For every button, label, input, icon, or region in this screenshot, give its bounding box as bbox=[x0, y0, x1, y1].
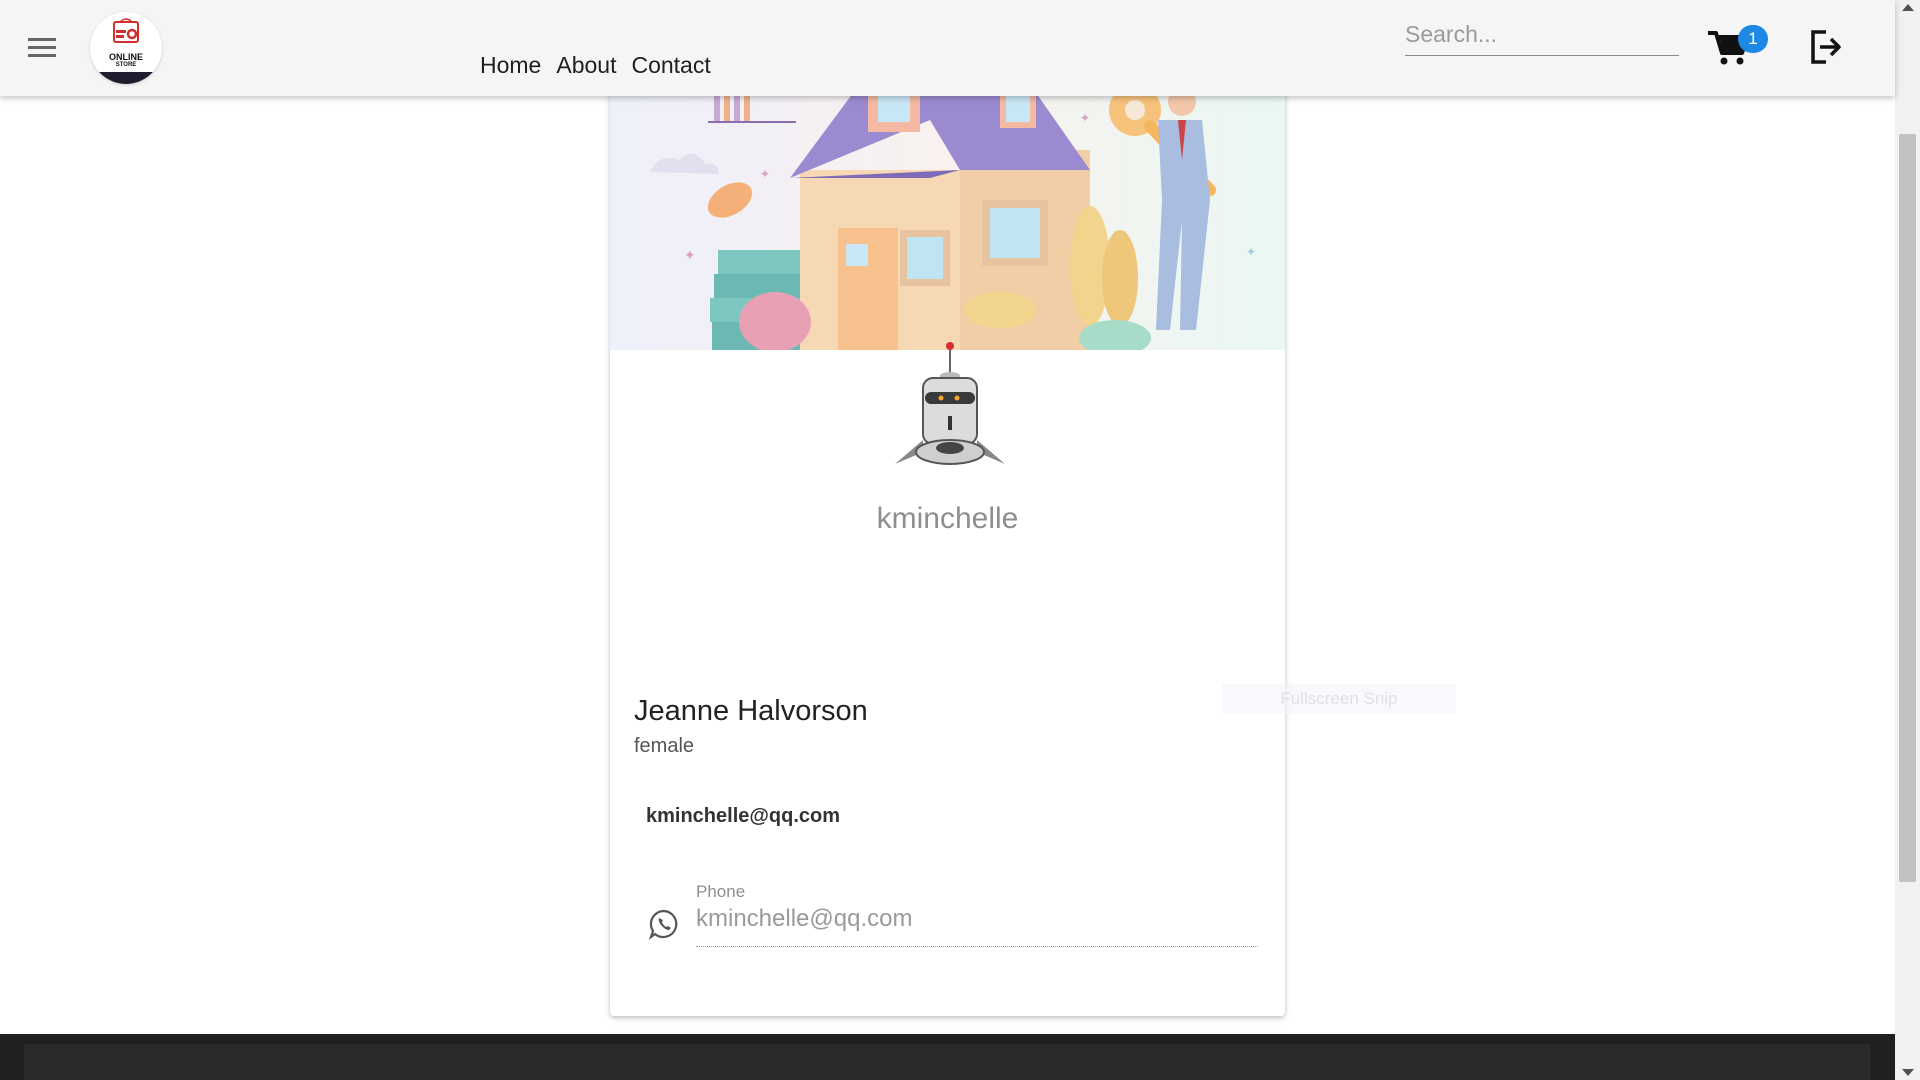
phone-field[interactable]: kminchelle@qq.com bbox=[696, 905, 1258, 947]
scroll-thumb[interactable] bbox=[1899, 134, 1916, 882]
profile-gender: female bbox=[634, 735, 695, 757]
logo-base bbox=[90, 72, 162, 84]
nav-contact[interactable]: Contact bbox=[631, 52, 710, 79]
whatsapp-icon bbox=[648, 908, 680, 940]
logout-icon[interactable] bbox=[1808, 28, 1844, 66]
page-footer bbox=[0, 1034, 1895, 1080]
svg-text:✦: ✦ bbox=[760, 167, 770, 181]
svg-text:✦: ✦ bbox=[1080, 111, 1090, 125]
scroll-up-arrow-icon[interactable] bbox=[1902, 4, 1914, 11]
main-nav: Home About Contact bbox=[480, 52, 711, 79]
nav-about[interactable]: About bbox=[556, 52, 616, 79]
store-logo[interactable]: ONLINE STORE bbox=[90, 12, 162, 84]
svg-text:✦: ✦ bbox=[1246, 245, 1256, 259]
snip-overlay: Fullscreen Snip bbox=[1222, 684, 1456, 714]
phone-field-label: Phone bbox=[696, 882, 746, 901]
house-banner-image: ✦ ✦ ✦ ✦ bbox=[610, 60, 1285, 356]
search-input[interactable] bbox=[1405, 14, 1679, 56]
profile-card: ✦ ✦ ✦ ✦ kminchelle Jeanne Halvorson fema… bbox=[610, 60, 1285, 1016]
logo-line2: STORE bbox=[115, 62, 137, 68]
hamburger-menu-icon[interactable] bbox=[22, 30, 62, 66]
profile-full-name: Jeanne Halvorson bbox=[634, 695, 868, 727]
robot-avatar bbox=[889, 340, 1011, 466]
svg-text:✦: ✦ bbox=[684, 248, 696, 264]
vertical-scrollbar[interactable] bbox=[1895, 0, 1920, 1080]
scroll-down-arrow-icon[interactable] bbox=[1902, 1069, 1914, 1076]
nav-home[interactable]: Home bbox=[480, 52, 541, 79]
profile-username: kminchelle bbox=[876, 502, 1019, 535]
cart-count-badge: 1 bbox=[1738, 25, 1768, 53]
profile-email: kminchelle@qq.com bbox=[646, 805, 840, 827]
logo-line1: ONLINE bbox=[108, 52, 143, 62]
top-app-bar: ONLINE STORE Home About Contact 1 bbox=[0, 0, 1895, 96]
footer-panel bbox=[24, 1044, 1870, 1080]
